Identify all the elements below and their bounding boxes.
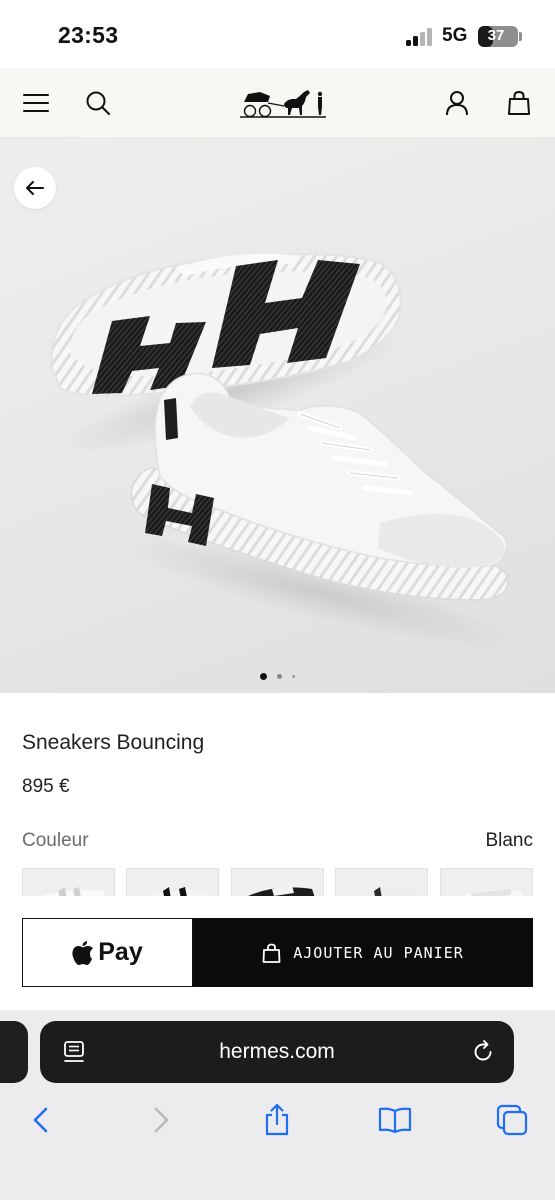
search-icon[interactable] xyxy=(81,86,115,120)
purchase-actions: Pay AJOUTER AU PANIER xyxy=(0,896,555,1010)
tabs-icon[interactable] xyxy=(492,1100,532,1140)
share-icon[interactable] xyxy=(257,1100,297,1140)
apple-pay-button[interactable]: Pay xyxy=(22,918,193,987)
cellular-signal-icon xyxy=(406,28,434,46)
battery-percent: 37 xyxy=(487,27,505,44)
color-swatch[interactable] xyxy=(335,868,428,896)
product-name: Sneakers Bouncing xyxy=(22,731,205,754)
forward-icon[interactable] xyxy=(141,1100,181,1140)
carousel-dot[interactable] xyxy=(292,674,295,678)
battery-cap xyxy=(519,32,522,41)
color-swatch[interactable] xyxy=(22,868,115,896)
network-type: 5G xyxy=(442,25,468,46)
arrow-left-icon xyxy=(26,181,44,195)
color-swatch[interactable] xyxy=(126,868,219,896)
carousel-dot[interactable] xyxy=(260,672,267,680)
hermes-caleche-logo[interactable] xyxy=(238,82,328,122)
battery-icon: 37 xyxy=(478,26,518,47)
bookmarks-icon[interactable] xyxy=(375,1100,415,1140)
carousel-dots[interactable] xyxy=(0,671,555,681)
add-to-cart-button[interactable]: AJOUTER AU PANIER xyxy=(193,918,533,987)
color-swatch[interactable] xyxy=(440,868,533,896)
shopping-bag-icon[interactable] xyxy=(502,86,536,120)
color-swatch[interactable] xyxy=(231,868,324,896)
reload-icon[interactable] xyxy=(470,1039,496,1065)
apple-pay-label: Pay xyxy=(98,938,143,966)
browser-chrome: hermes.com xyxy=(0,1010,555,1200)
account-icon[interactable] xyxy=(440,86,474,120)
color-swatches xyxy=(22,868,555,896)
address-bar[interactable]: hermes.com xyxy=(40,1021,514,1083)
apple-logo-icon xyxy=(72,940,94,965)
status-time: 23:53 xyxy=(58,22,119,48)
back-icon[interactable] xyxy=(21,1100,61,1140)
product-image xyxy=(50,253,515,648)
carousel-dot[interactable] xyxy=(277,673,282,679)
color-label: Couleur xyxy=(22,830,89,851)
menu-icon[interactable] xyxy=(19,86,53,120)
shopping-bag-icon xyxy=(262,943,281,963)
color-value: Blanc xyxy=(485,830,533,851)
status-bar: 23:53 5G 37 xyxy=(0,0,555,68)
product-gallery[interactable] xyxy=(0,138,555,693)
product-price: 895 € xyxy=(22,776,70,797)
previous-tab-preview[interactable] xyxy=(0,1021,28,1083)
add-to-cart-label: AJOUTER AU PANIER xyxy=(293,943,464,962)
gallery-back-button[interactable] xyxy=(14,167,56,209)
site-header xyxy=(0,68,555,138)
url-text: hermes.com xyxy=(219,1040,335,1063)
